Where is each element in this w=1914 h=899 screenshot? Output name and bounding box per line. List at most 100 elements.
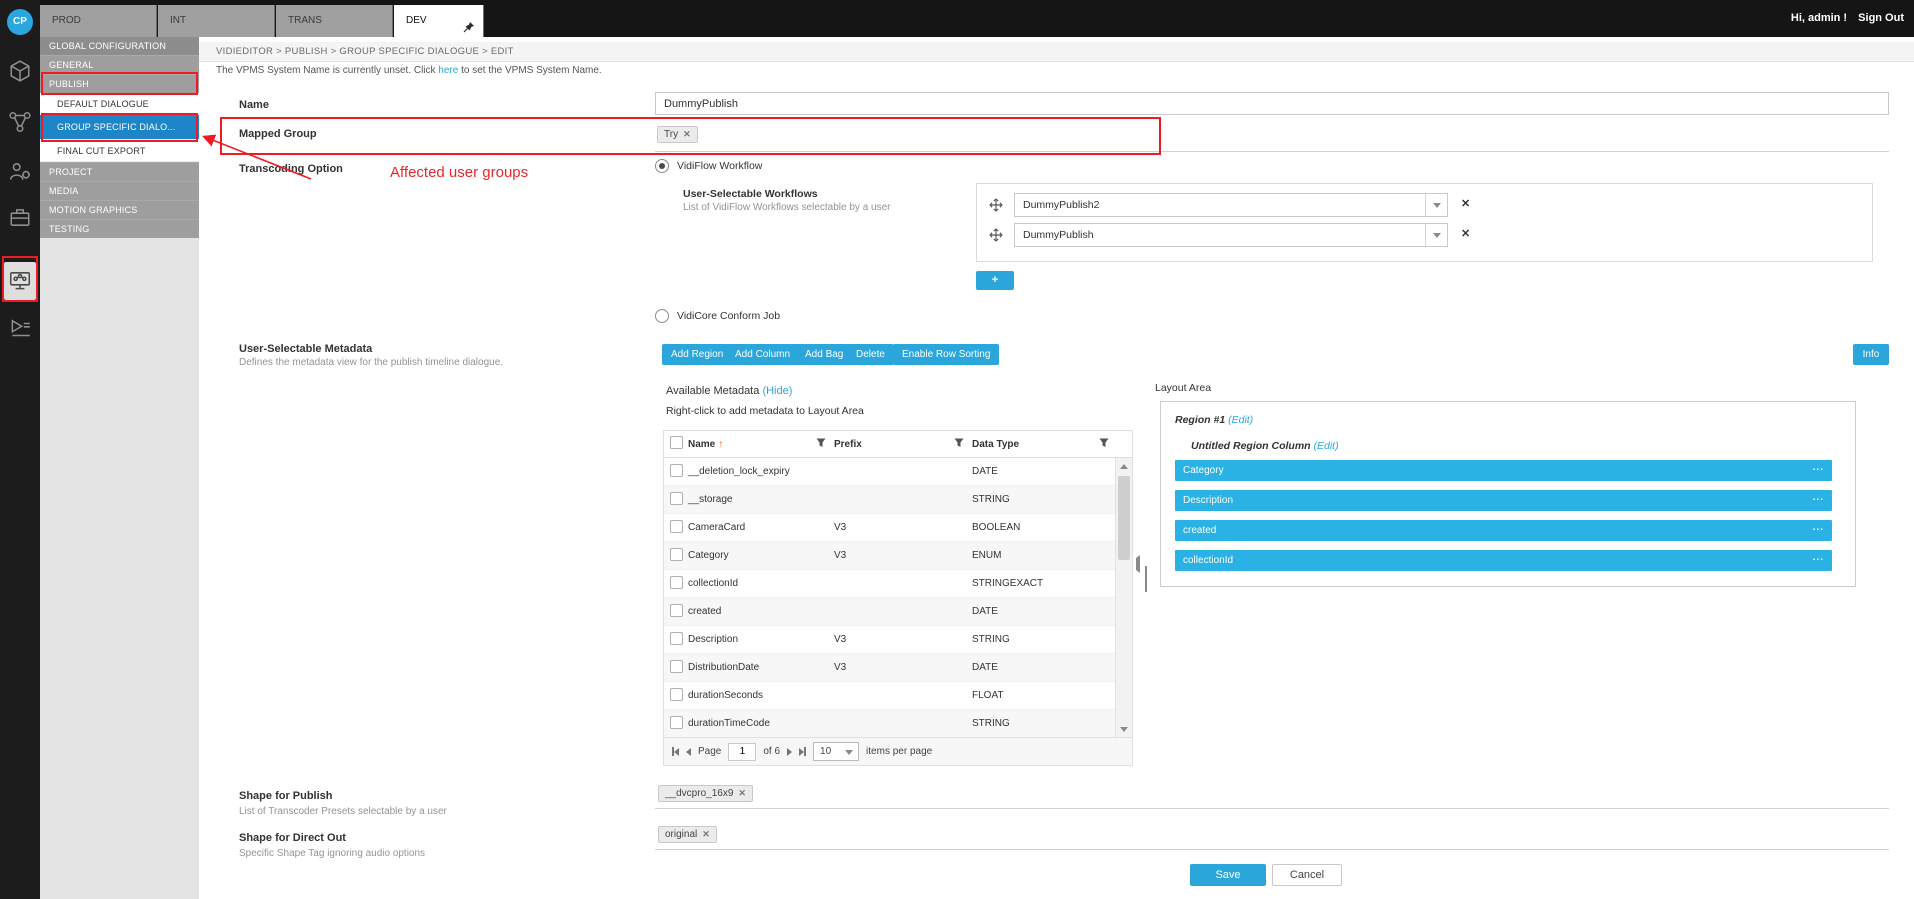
last-page-button[interactable] bbox=[799, 747, 806, 756]
filter-icon[interactable] bbox=[954, 438, 964, 451]
row-checkbox[interactable] bbox=[670, 632, 683, 645]
user-settings-icon[interactable] bbox=[8, 160, 32, 184]
select-all-checkbox[interactable] bbox=[670, 436, 683, 449]
items-per-page-select[interactable]: 10 bbox=[813, 742, 859, 761]
row-checkbox[interactable] bbox=[670, 576, 683, 589]
sidebar-item-general[interactable]: GENERAL bbox=[40, 55, 199, 74]
remove-tag-icon[interactable]: ✕ bbox=[683, 129, 691, 140]
shape-publish-field[interactable]: __dvcpro_16x9 ✕ bbox=[655, 782, 1889, 809]
sidebar-item-testing[interactable]: TESTING bbox=[40, 219, 199, 238]
drag-handle-icon[interactable] bbox=[989, 228, 1003, 242]
sidebar-item-project[interactable]: PROJECT bbox=[40, 162, 199, 181]
app-logo[interactable]: CP bbox=[7, 9, 33, 35]
add-bag-button[interactable]: Add Bag bbox=[796, 344, 852, 365]
table-row[interactable]: __storage STRING bbox=[664, 486, 1132, 514]
filter-icon[interactable] bbox=[816, 438, 826, 451]
env-tab-int[interactable]: INT bbox=[158, 5, 275, 37]
table-row[interactable]: created DATE bbox=[664, 598, 1132, 626]
remove-tag-icon[interactable]: ✕ bbox=[738, 788, 746, 799]
row-checkbox[interactable] bbox=[670, 604, 683, 617]
row-checkbox[interactable] bbox=[670, 716, 683, 729]
enable-row-sorting-button[interactable]: Enable Row Sorting bbox=[893, 344, 999, 365]
vidiflow-radio-label[interactable]: VidiFlow Workflow bbox=[677, 159, 762, 173]
save-button[interactable]: Save bbox=[1190, 864, 1266, 886]
first-page-button[interactable] bbox=[672, 747, 679, 756]
row-checkbox[interactable] bbox=[670, 520, 683, 533]
sidebar-item-media[interactable]: MEDIA bbox=[40, 181, 199, 200]
sidebar-item-publish[interactable]: PUBLISH bbox=[40, 74, 199, 93]
column-header-prefix[interactable]: Prefix bbox=[834, 438, 972, 451]
row-checkbox[interactable] bbox=[670, 492, 683, 505]
chevron-down-icon[interactable] bbox=[1425, 194, 1447, 216]
env-tab-dev[interactable]: DEV bbox=[394, 5, 484, 37]
table-row[interactable]: collectionId STRINGEXACT bbox=[664, 570, 1132, 598]
delete-button[interactable]: Delete bbox=[847, 344, 894, 365]
panel-splitter[interactable] bbox=[1145, 566, 1147, 592]
item-menu-icon[interactable]: ... bbox=[1813, 517, 1824, 538]
vidicore-radio-label[interactable]: VidiCore Conform Job bbox=[677, 309, 780, 323]
vpms-here-link[interactable]: here bbox=[438, 65, 458, 76]
column-header-name[interactable]: Name↑ bbox=[688, 438, 834, 451]
cancel-button[interactable]: Cancel bbox=[1272, 864, 1342, 886]
layout-item[interactable]: Description ... bbox=[1175, 490, 1832, 511]
row-checkbox[interactable] bbox=[670, 464, 683, 477]
item-menu-icon[interactable]: ... bbox=[1813, 457, 1824, 478]
layout-item[interactable]: Category ... bbox=[1175, 460, 1832, 481]
filter-icon[interactable] bbox=[1099, 438, 1109, 451]
row-checkbox[interactable] bbox=[670, 688, 683, 701]
page-number-input[interactable] bbox=[728, 743, 756, 761]
table-scrollbar[interactable] bbox=[1115, 458, 1132, 737]
remove-tag-icon[interactable]: ✕ bbox=[702, 829, 710, 840]
item-menu-icon[interactable]: ... bbox=[1813, 547, 1824, 568]
shape-directout-tag[interactable]: original ✕ bbox=[658, 826, 717, 843]
info-button[interactable]: Info bbox=[1853, 344, 1889, 365]
item-menu-icon[interactable]: ... bbox=[1813, 487, 1824, 508]
column-header-datatype[interactable]: Data Type bbox=[972, 438, 1117, 451]
drag-handle-icon[interactable] bbox=[989, 198, 1003, 212]
row-checkbox[interactable] bbox=[670, 660, 683, 673]
scrollbar-thumb[interactable] bbox=[1118, 476, 1130, 560]
add-workflow-button[interactable]: + bbox=[976, 271, 1014, 290]
env-tab-trans[interactable]: TRANS bbox=[276, 5, 393, 37]
mapped-group-field[interactable]: Try ✕ bbox=[655, 121, 1889, 152]
region-edit-link[interactable]: (Edit) bbox=[1228, 414, 1253, 426]
table-row[interactable]: Category V3 ENUM bbox=[664, 542, 1132, 570]
table-row[interactable]: DistributionDate V3 DATE bbox=[664, 654, 1132, 682]
shape-directout-field[interactable]: original ✕ bbox=[655, 824, 1889, 850]
next-page-button[interactable] bbox=[787, 748, 792, 756]
row-checkbox[interactable] bbox=[670, 548, 683, 561]
table-row[interactable]: CameraCard V3 BOOLEAN bbox=[664, 514, 1132, 542]
collapse-panel-icon[interactable] bbox=[1136, 558, 1140, 570]
table-row[interactable]: durationSeconds FLOAT bbox=[664, 682, 1132, 710]
layout-item[interactable]: collectionId ... bbox=[1175, 550, 1832, 571]
add-column-button[interactable]: Add Column bbox=[726, 344, 799, 365]
sidebar-item-default-dialogue[interactable]: DEFAULT DIALOGUE bbox=[40, 93, 199, 115]
table-row[interactable]: __deletion_lock_expiry DATE bbox=[664, 458, 1132, 486]
table-row[interactable]: Description V3 STRING bbox=[664, 626, 1132, 654]
chevron-down-icon[interactable] bbox=[1425, 224, 1447, 246]
sidebar-item-group-specific-dialogue[interactable]: GROUP SPECIFIC DIALO... bbox=[40, 115, 199, 140]
shape-publish-tag[interactable]: __dvcpro_16x9 ✕ bbox=[658, 785, 753, 802]
add-region-button[interactable]: Add Region bbox=[662, 344, 732, 365]
sidebar-item-motion-graphics[interactable]: MOTION GRAPHICS bbox=[40, 200, 199, 219]
system-config-tile[interactable] bbox=[4, 262, 36, 300]
player-icon[interactable] bbox=[8, 317, 32, 341]
name-input[interactable] bbox=[655, 92, 1889, 115]
prev-page-button[interactable] bbox=[686, 748, 691, 756]
hide-link[interactable]: (Hide) bbox=[762, 385, 792, 397]
case-icon[interactable] bbox=[8, 205, 32, 229]
workflow-select-2[interactable]: DummyPublish bbox=[1014, 223, 1448, 247]
modules-icon[interactable] bbox=[8, 59, 32, 83]
sign-out-link[interactable]: Sign Out bbox=[1858, 12, 1904, 24]
table-row[interactable]: durationTimeCode STRING bbox=[664, 710, 1132, 738]
vidiflow-radio[interactable] bbox=[655, 159, 669, 173]
workflow-select-1[interactable]: DummyPublish2 bbox=[1014, 193, 1448, 217]
layout-item[interactable]: created ... bbox=[1175, 520, 1832, 541]
column-edit-link[interactable]: (Edit) bbox=[1314, 440, 1339, 452]
workflow-icon[interactable] bbox=[8, 110, 32, 134]
vidicore-radio[interactable] bbox=[655, 309, 669, 323]
mapped-group-tag[interactable]: Try ✕ bbox=[657, 126, 698, 143]
sidebar-item-final-cut-export[interactable]: FINAL CUT EXPORT bbox=[40, 140, 199, 162]
remove-workflow-2-icon[interactable]: ✕ bbox=[1461, 227, 1470, 240]
scroll-up-icon[interactable] bbox=[1116, 458, 1132, 474]
